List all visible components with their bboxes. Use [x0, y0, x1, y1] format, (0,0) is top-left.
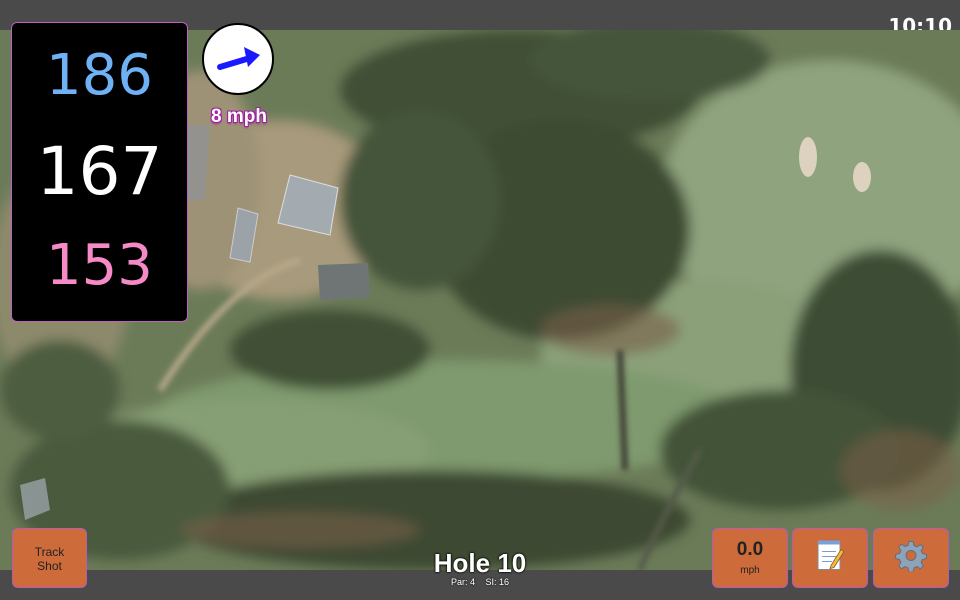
hole-stroke-index: SI: 16 — [485, 577, 510, 587]
distance-panel: 186 167 153 — [11, 22, 188, 322]
track-shot-button[interactable]: Track Shot — [12, 528, 87, 588]
speed-unit: mph — [740, 565, 760, 576]
track-shot-label-line1: Track — [34, 545, 65, 559]
back-distance: 186 — [46, 43, 153, 108]
hole-par: Par: 4 — [450, 577, 475, 587]
speed-value: 0.0 — [736, 539, 764, 560]
wind-direction-arrow-icon — [217, 47, 260, 70]
hole-title: Hole 10 — [433, 548, 527, 578]
front-distance: 153 — [46, 233, 153, 298]
notes-button[interactable] — [792, 528, 868, 588]
middle-distance: 167 — [36, 133, 163, 210]
hole-info: Par: 4 SI: 16 — [380, 577, 580, 587]
wind-indicator — [202, 23, 274, 95]
speed-button[interactable]: 0.0 mph — [712, 528, 788, 588]
notepad-icon — [815, 540, 845, 577]
track-shot-label-line2: Shot — [37, 559, 62, 573]
gear-icon — [895, 540, 927, 577]
wind-speed: 8 mph — [211, 106, 267, 127]
settings-button[interactable] — [873, 528, 949, 588]
